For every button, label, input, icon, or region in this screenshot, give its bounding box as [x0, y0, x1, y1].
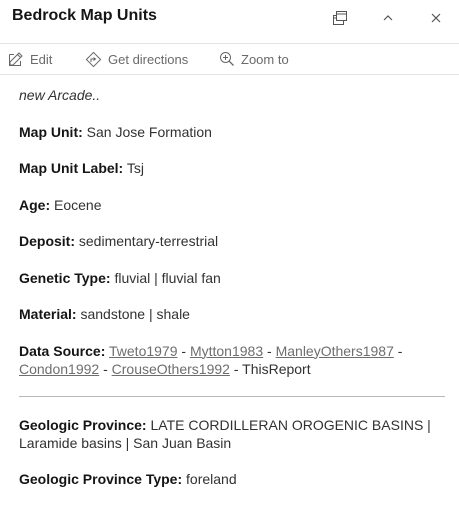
field-value: Tsj — [126, 160, 144, 176]
separator: - — [99, 360, 112, 377]
close-icon — [431, 13, 441, 23]
field-label: Map Unit: — [19, 123, 83, 140]
zoom-magnifier-icon — [220, 52, 234, 66]
field-data-source: Data Source: Tweto1979 - Mytton1983 - Ma… — [19, 342, 443, 378]
field-label: Geologic Province Type: — [19, 471, 183, 487]
popup-content: new Arcade.. Map Unit: San Jose Formatio… — [19, 86, 445, 507]
separator: - — [263, 342, 276, 359]
field-value: fluvial | fluvial fan — [114, 269, 221, 286]
directions-icon — [85, 51, 102, 67]
field-geologic-province-type: Geologic Province Type: foreland — [19, 470, 443, 488]
popup-title: Bedrock Map Units — [12, 7, 157, 24]
field-value: sedimentary-terrestrial — [78, 233, 219, 249]
zoom-to-button[interactable]: Zoom to — [219, 44, 289, 74]
data-source-link[interactable]: CrouseOthers1992 — [112, 361, 230, 377]
separator: - — [393, 342, 403, 359]
field-label: Data Source: — [19, 342, 106, 359]
chevron-up-icon — [383, 15, 393, 21]
edit-button[interactable]: Edit — [8, 44, 52, 74]
field-age: Age: Eocene — [19, 196, 443, 214]
get-directions-label: Get directions — [108, 51, 189, 67]
data-source-link[interactable]: ManleyOthers1987 — [276, 343, 394, 359]
field-value: sandstone | shale — [80, 306, 190, 322]
field-genetic-type: Genetic Type: fluvial | fluvial fan — [19, 269, 443, 287]
data-source-link[interactable]: Mytton1983 — [190, 343, 263, 359]
dock-icon — [333, 11, 347, 25]
field-geologic-province: Geologic Province: LATE CORDILLERAN OROG… — [19, 416, 443, 452]
field-deposit: Deposit: sedimentary-terrestrial — [19, 232, 443, 250]
field-label: Map Unit Label: — [19, 160, 124, 176]
separator: - — [229, 360, 243, 377]
field-value: foreland — [186, 471, 237, 487]
field-material: Material: sandstone | shale — [19, 305, 443, 323]
separator: - — [177, 342, 190, 359]
field-label: Deposit: — [19, 233, 75, 249]
field-value: San Jose Formation — [86, 123, 212, 140]
edit-pencil-icon — [9, 52, 23, 66]
field-value: Eocene — [54, 196, 102, 213]
field-label: Geologic Province: — [19, 416, 147, 433]
close-button[interactable] — [423, 6, 449, 30]
field-label: Genetic Type: — [19, 269, 111, 286]
data-source-link[interactable]: Tweto1979 — [109, 343, 178, 359]
get-directions-button[interactable]: Get directions — [85, 44, 188, 74]
zoom-to-label: Zoom to — [241, 51, 289, 67]
dock-button[interactable] — [327, 6, 353, 30]
data-source-tail: ThisReport — [242, 360, 311, 377]
popup-header: Bedrock Map Units — [0, 0, 459, 36]
field-label: Material: — [19, 306, 77, 322]
section-divider — [19, 396, 445, 397]
action-toolbar: Edit Get directions Zoom to — [0, 43, 459, 75]
arcade-note: new Arcade.. — [19, 87, 101, 103]
field-map-unit: Map Unit: San Jose Formation — [19, 123, 443, 141]
field-label: Age: — [19, 196, 51, 213]
edit-label: Edit — [30, 51, 53, 67]
data-source-link[interactable]: Condon1992 — [19, 361, 99, 377]
collapse-button[interactable] — [375, 6, 401, 30]
field-map-unit-label: Map Unit Label: Tsj — [19, 159, 443, 177]
